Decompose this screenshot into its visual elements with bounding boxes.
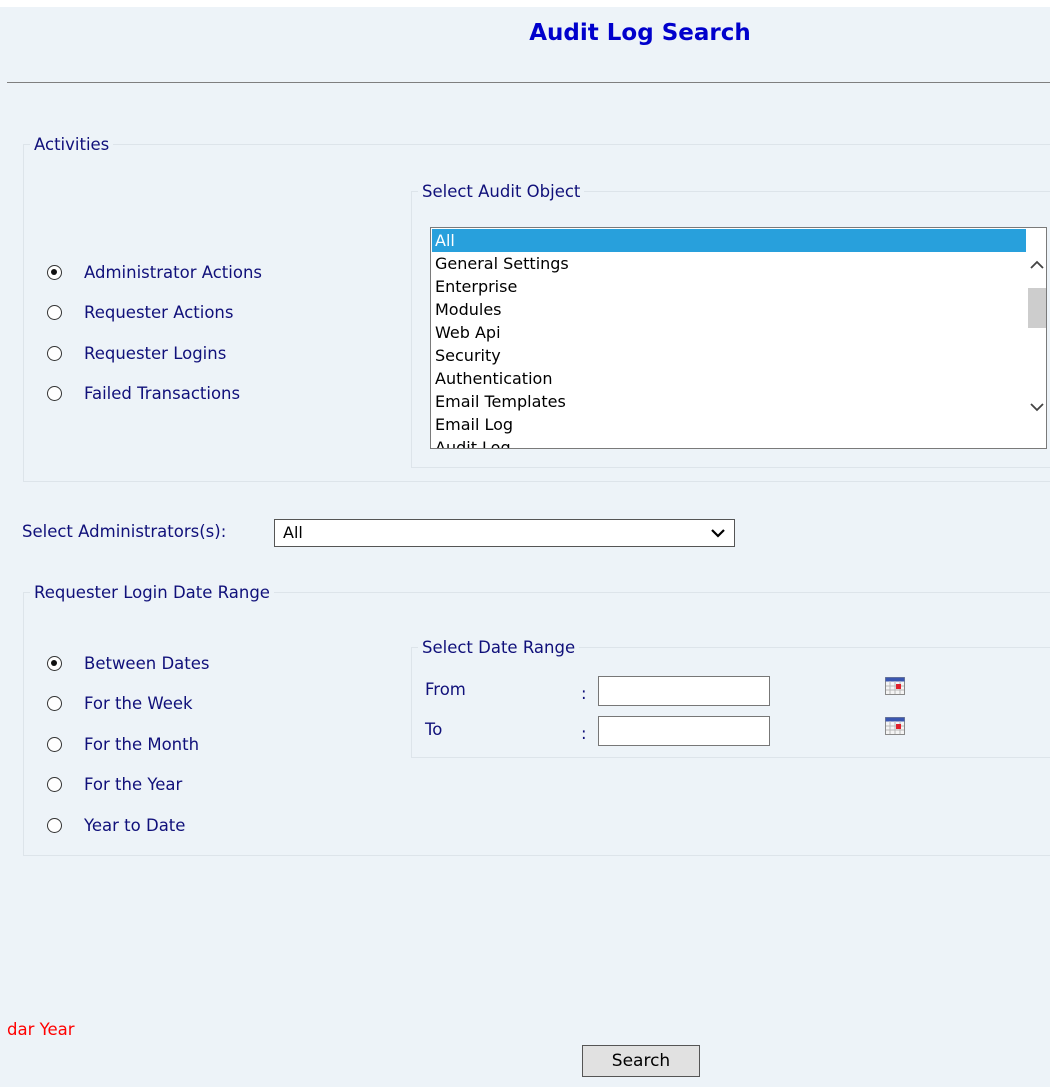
audit-log-search-page: Audit Log Search Activities Administrato… xyxy=(0,0,1050,1087)
radio-button[interactable] xyxy=(47,655,62,671)
search-button[interactable]: Search xyxy=(582,1045,700,1077)
radio-label: For the Month xyxy=(84,734,200,754)
list-item[interactable]: Web Api xyxy=(432,321,1026,344)
radio-failed-transactions[interactable]: Failed Transactions xyxy=(47,382,240,404)
list-item[interactable]: General Settings xyxy=(432,252,1026,275)
title-divider xyxy=(7,82,1050,83)
scrollbar-thumb[interactable] xyxy=(1028,288,1046,328)
list-item[interactable]: Security xyxy=(432,344,1026,367)
calendar-icon[interactable] xyxy=(885,677,905,695)
scroll-down-icon[interactable] xyxy=(1027,398,1046,418)
radio-button[interactable] xyxy=(47,385,62,401)
radio-administrator-actions[interactable]: Administrator Actions xyxy=(47,261,262,283)
administrators-selected-value: All xyxy=(283,523,303,542)
radio-label: For the Year xyxy=(84,774,183,794)
radio-label: For the Week xyxy=(84,693,193,713)
list-item[interactable]: All xyxy=(432,229,1026,252)
radio-for-the-year[interactable]: For the Year xyxy=(47,773,182,795)
radio-label: Requester Logins xyxy=(84,343,227,363)
radio-button[interactable] xyxy=(47,736,62,752)
radio-button[interactable] xyxy=(47,776,62,792)
top-strip xyxy=(0,0,1050,7)
chevron-down-icon xyxy=(710,522,726,549)
to-label: To xyxy=(425,720,443,739)
login-date-range-legend: Requester Login Date Range xyxy=(34,583,270,602)
scroll-up-icon[interactable] xyxy=(1027,256,1046,276)
radio-label: Failed Transactions xyxy=(84,383,241,403)
radio-button[interactable] xyxy=(47,695,62,711)
page-title: Audit Log Search xyxy=(529,20,751,46)
audit-object-legend: Select Audit Object xyxy=(422,182,581,201)
radio-for-the-week[interactable]: For the Week xyxy=(47,692,193,714)
to-separator: : xyxy=(581,724,587,743)
from-label: From xyxy=(425,680,466,699)
from-date-input[interactable] xyxy=(598,676,770,706)
radio-label: Administrator Actions xyxy=(84,262,262,282)
administrators-label: Select Administrators(s): xyxy=(22,522,227,541)
radio-requester-actions[interactable]: Requester Actions xyxy=(47,301,233,323)
radio-requester-logins[interactable]: Requester Logins xyxy=(47,342,226,364)
activities-legend: Activities xyxy=(34,135,110,154)
calendar-icon[interactable] xyxy=(885,717,905,735)
radio-button[interactable] xyxy=(47,304,62,320)
audit-object-options: All General Settings Enterprise Modules … xyxy=(432,229,1026,448)
list-item[interactable]: Enterprise xyxy=(432,275,1026,298)
list-item[interactable]: Authentication xyxy=(432,367,1026,390)
listbox-scrollbar[interactable] xyxy=(1027,228,1046,448)
from-separator: : xyxy=(581,684,587,703)
radio-label: Between Dates xyxy=(84,653,210,673)
to-date-input[interactable] xyxy=(598,716,770,746)
radio-between-dates[interactable]: Between Dates xyxy=(47,652,209,674)
radio-label: Year to Date xyxy=(84,815,186,835)
list-item[interactable]: Email Templates xyxy=(432,390,1026,413)
footnote-text: dar Year xyxy=(7,1020,75,1039)
audit-object-listbox[interactable]: All General Settings Enterprise Modules … xyxy=(430,227,1047,449)
list-item[interactable]: Email Log xyxy=(432,413,1026,436)
list-item[interactable]: Audit Log xyxy=(432,436,1026,448)
list-item[interactable]: Modules xyxy=(432,298,1026,321)
radio-button[interactable] xyxy=(47,817,62,833)
select-date-range-legend: Select Date Range xyxy=(422,638,576,657)
radio-button[interactable] xyxy=(47,345,62,361)
radio-button[interactable] xyxy=(47,264,62,280)
radio-for-the-month[interactable]: For the Month xyxy=(47,733,199,755)
radio-label: Requester Actions xyxy=(84,302,234,322)
radio-year-to-date[interactable]: Year to Date xyxy=(47,814,185,836)
administrators-select[interactable]: All xyxy=(274,519,735,547)
